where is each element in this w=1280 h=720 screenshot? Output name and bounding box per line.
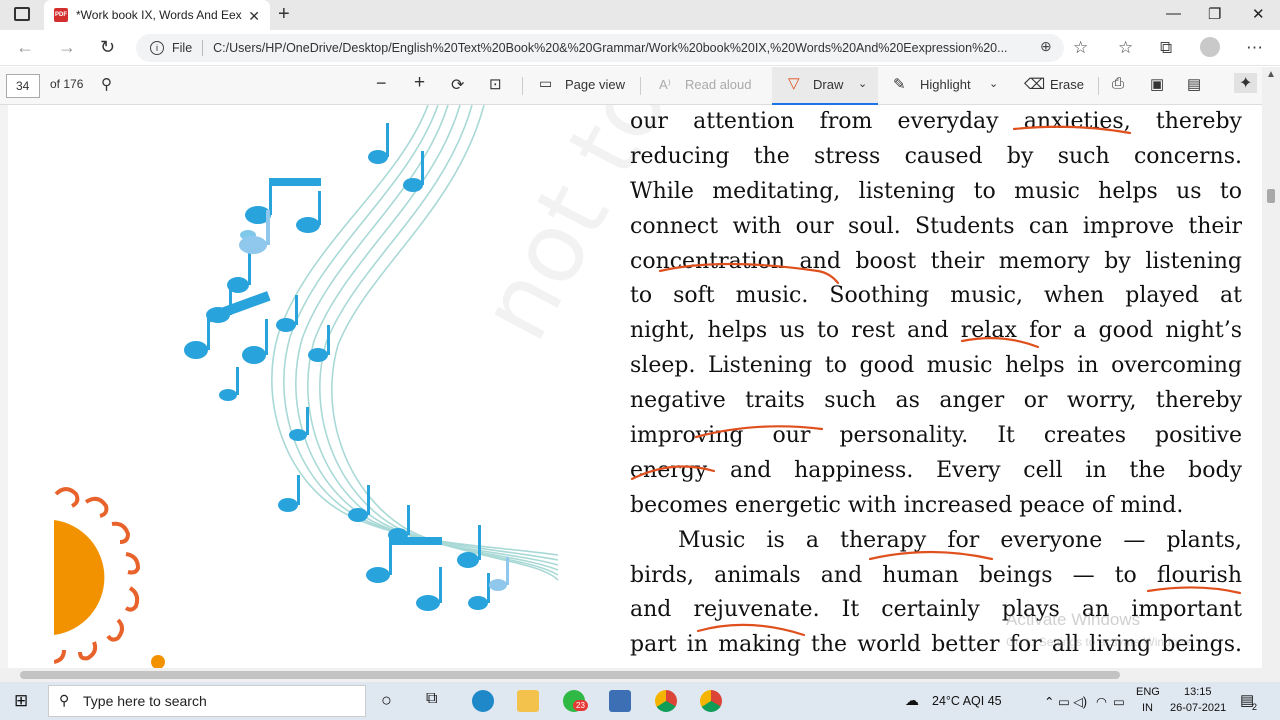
taskbar-search-box[interactable]: ⚲ Type here to search [48,685,366,717]
toolbar-divider [640,77,641,95]
tab-title: *Work book IX, Words And Eexpr [76,8,242,22]
chrome-icon[interactable] [655,690,677,712]
vertical-scroll-thumb[interactable] [1267,189,1275,203]
media-app-icon[interactable] [609,690,631,712]
pdf-toolbar: 34 of 176 ⚲ − + ⟳ ⊡ ▭ Page view A⁾ Read … [0,67,1280,105]
new-tab-button[interactable]: + [278,3,290,26]
toolbar-divider [522,77,523,95]
collections-icon[interactable]: ⧉ [1160,38,1172,58]
chevron-down-icon[interactable]: ⌄ [858,77,867,90]
page-view-button[interactable]: Page view [565,77,625,92]
page-total: of 176 [50,77,84,91]
chrome-icon[interactable] [700,690,722,712]
task-view-icon[interactable]: ⧉ [426,690,437,708]
windows-taskbar: ⊞ ⚲ Type here to search ○ ⧉ 23 ☁ 24°C AQ… [0,682,1280,720]
clock-time[interactable]: 13:15 [1184,686,1212,698]
cortana-icon[interactable]: ○ [381,690,392,711]
highlighter-icon: ✎ [893,76,906,93]
battery-icon[interactable]: ▭ [1113,694,1125,709]
windows-start-icon[interactable]: ⊞ [14,691,28,711]
horizontal-scrollbar[interactable] [0,668,1280,682]
back-arrow-icon[interactable]: ← [16,37,34,58]
pdf-page: not to be re [8,105,1262,668]
activate-windows-title: Activate Windows [1006,610,1141,629]
erase-button[interactable]: Erase [1050,77,1084,92]
edge-icon[interactable] [472,690,494,712]
page-number-input[interactable]: 34 [6,74,40,98]
address-divider [202,40,204,56]
print-icon[interactable]: ⎙ [1112,75,1124,92]
address-bar[interactable]: i File C:/Users/HP/OneDrive/Desktop/Engl… [136,34,1064,62]
document-viewer[interactable]: not to be re [0,105,1280,668]
underline-relax [960,337,1040,349]
save-icon[interactable]: ▣ [1150,75,1164,93]
info-icon[interactable]: i [150,41,164,55]
underline-energy [630,465,716,481]
maximize-button[interactable]: ❐ [1208,5,1221,23]
search-icon: ⚲ [59,692,70,708]
weather-status[interactable]: 24°C AQI 45 [932,694,1002,708]
zoom-out-icon[interactable]: − [376,73,387,94]
language-indicator[interactable]: ENG [1136,686,1160,698]
highlight-button[interactable]: Highlight [920,77,971,92]
forward-arrow-icon[interactable]: → [58,37,76,58]
zoom-icon[interactable]: ⊕ [1040,38,1052,55]
tab-active[interactable]: PDF *Work book IX, Words And Eexpr ✕ [44,0,270,30]
eraser-icon: ⌫ [1024,76,1046,93]
underline-therapy [868,550,994,561]
file-label: File [172,41,193,55]
vertical-scrollbar[interactable]: ▲ [1262,67,1280,668]
tab-close-icon[interactable]: ✕ [248,8,260,25]
tab-actions-icon[interactable] [14,7,30,21]
favorites-icon[interactable]: ☆ [1118,38,1133,58]
zoom-in-icon[interactable]: + [414,72,425,94]
search-icon[interactable]: ⚲ [101,75,112,93]
underline-concentration [658,262,840,285]
browser-tab-strip: PDF *Work book IX, Words And Eexpr ✕ + —… [0,0,1280,30]
toolbar-divider [1098,77,1099,95]
refresh-icon[interactable]: ↻ [100,37,115,58]
close-window-button[interactable]: ✕ [1252,5,1265,23]
tray-icons[interactable]: ⌃ ▭ ◁) [1044,694,1087,709]
activate-windows-subtitle: Go to Settings to activate Windows. [1006,635,1196,649]
draw-pen-icon: ▽ [788,75,800,92]
scroll-up-arrow-icon[interactable]: ▲ [1266,69,1276,80]
underline-flourish [1146,586,1242,595]
page-view-icon: ▭ [539,75,553,91]
underline-rejuvenate [696,623,806,637]
more-icon[interactable]: ⋯ [1246,38,1263,58]
rotate-icon[interactable]: ⟳ [451,75,464,95]
whatsapp-badge: 23 [573,700,588,711]
fit-page-icon[interactable]: ⊡ [489,75,502,93]
read-aloud-button[interactable]: Read aloud [685,77,752,92]
address-toolbar: ← → ↻ i File C:/Users/HP/OneDrive/Deskto… [0,30,1280,66]
file-explorer-icon[interactable] [517,690,539,712]
favorite-add-icon[interactable]: ☆ [1073,38,1088,58]
pdf-icon: PDF [54,8,68,22]
chevron-down-icon[interactable]: ⌄ [989,77,998,90]
underline-anxieties [1012,125,1132,135]
weather-icon: ☁ [905,692,919,708]
pin-icon[interactable]: ✦ [1234,73,1258,93]
save-as-icon[interactable]: ▤ [1187,75,1201,93]
search-placeholder: Type here to search [83,693,207,709]
profile-avatar[interactable] [1200,37,1220,57]
network-icon[interactable]: ◠ [1096,694,1107,709]
region-indicator: IN [1142,702,1153,714]
read-aloud-icon: A⁾ [659,77,671,92]
url-text[interactable]: C:/Users/HP/OneDrive/Desktop/English%20T… [213,41,1033,55]
ink-annotations [630,125,1242,637]
minimize-button[interactable]: — [1166,5,1181,22]
horizontal-scroll-thumb[interactable] [20,671,1120,679]
draw-label: Draw [813,77,844,92]
clock-date: 26-07-2021 [1170,702,1227,714]
notification-count: 2 [1252,702,1258,712]
underline-negative-traits [694,425,824,439]
